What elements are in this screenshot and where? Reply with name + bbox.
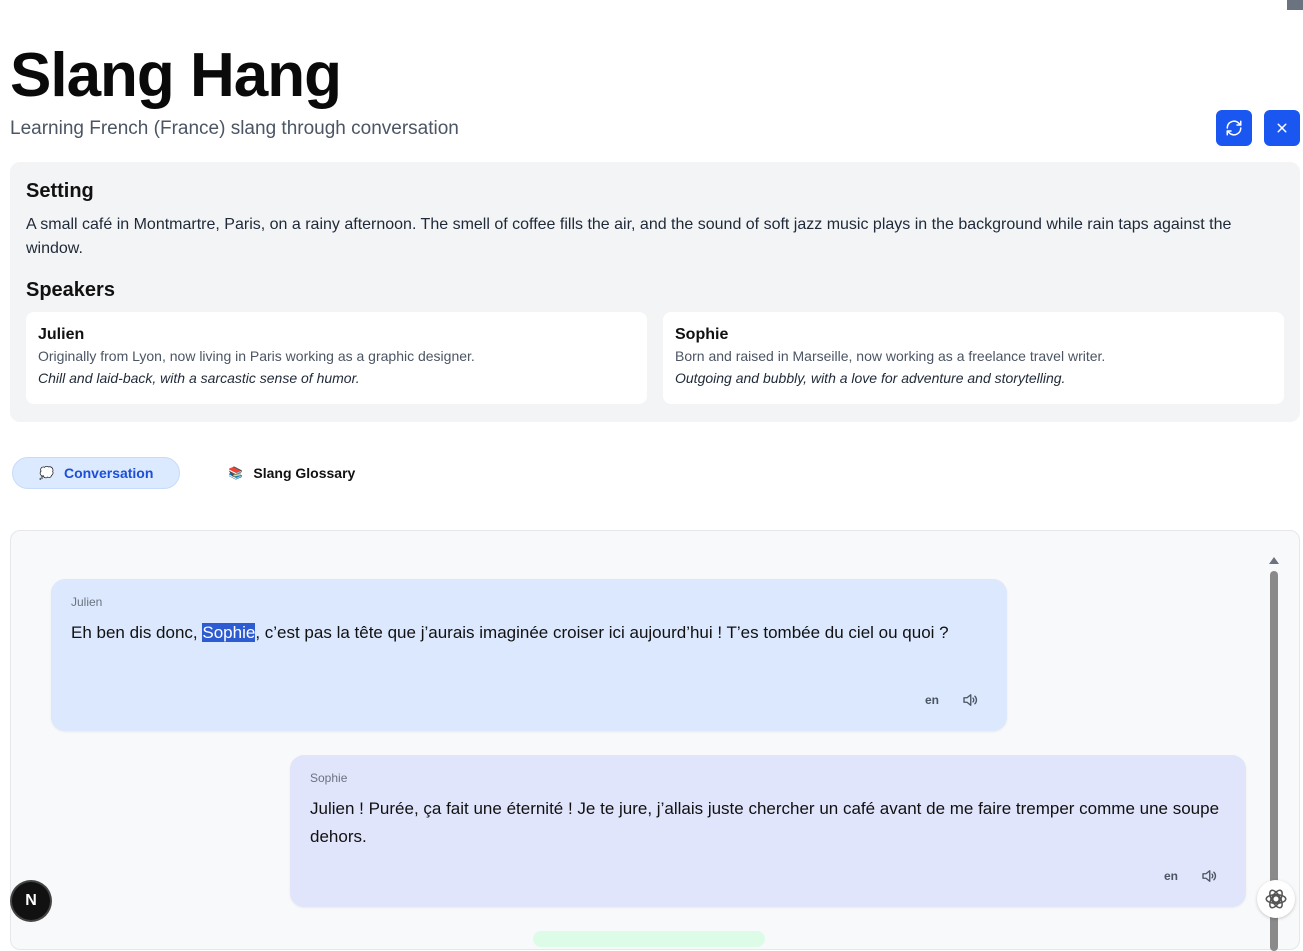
openai-logo-icon[interactable]: [1257, 880, 1295, 918]
close-icon: [1277, 123, 1287, 133]
speaker-personality: Outgoing and bubbly, with a love for adv…: [675, 370, 1066, 386]
message-text[interactable]: Julien ! Purée, ça fait une éternité ! J…: [310, 795, 1226, 851]
nextjs-dev-badge[interactable]: N: [12, 882, 50, 920]
tab-conversation[interactable]: 💭 Conversation: [12, 457, 181, 489]
message-text[interactable]: Eh ben dis donc, Sophie, c’est pas la tê…: [71, 619, 987, 647]
message-bubble-julien: Julien Eh ben dis donc, Sophie, c’est pa…: [51, 579, 1007, 731]
speaker-name: Sophie: [675, 326, 729, 343]
speaker-card-julien: Julien Originally from Lyon, now living …: [26, 312, 647, 404]
page-header: Slang Hang Learning French (France) slan…: [10, 40, 459, 140]
speaker-personality: Chill and laid-back, with a sarcastic se…: [38, 370, 360, 386]
speakers-list: Julien Originally from Lyon, now living …: [26, 312, 1284, 404]
book-icon: 📚: [228, 466, 244, 480]
speaker-name: Julien: [38, 326, 85, 343]
tab-slang-glossary[interactable]: 📚 Slang Glossary: [188, 457, 381, 489]
speaker-bio: Born and raised in Marseille, now workin…: [675, 348, 1106, 364]
conversation-panel[interactable]: Julien Eh ben dis donc, Sophie, c’est pa…: [10, 530, 1300, 951]
corner-marker: [1287, 0, 1303, 10]
speaker-bio: Originally from Lyon, now living in Pari…: [38, 348, 475, 364]
speech-bubble-icon: 💭: [39, 466, 54, 480]
translate-button[interactable]: en: [925, 693, 939, 707]
close-button[interactable]: [1264, 110, 1300, 146]
message-bubble-sophie: Sophie Julien ! Purée, ça fait une étern…: [290, 755, 1246, 907]
speaker-icon[interactable]: [961, 691, 979, 709]
tab-label: Slang Glossary: [253, 465, 356, 481]
page-subtitle: Learning French (France) slang through c…: [10, 118, 459, 139]
refresh-button[interactable]: [1216, 110, 1252, 146]
speakers-heading: Speakers: [26, 279, 115, 301]
tab-label: Conversation: [63, 465, 154, 481]
selected-text[interactable]: Sophie: [202, 623, 256, 642]
speaker-icon[interactable]: [1200, 867, 1218, 885]
scenario-card: Setting A small café in Montmartre, Pari…: [10, 162, 1300, 422]
scroll-up-arrow[interactable]: [1269, 557, 1279, 564]
refresh-icon: [1226, 120, 1242, 136]
openai-icon: [1265, 889, 1287, 909]
message-speaker: Julien: [71, 595, 103, 609]
speaker-card-sophie: Sophie Born and raised in Marseille, now…: [663, 312, 1284, 404]
message-text-part: Eh ben dis donc,: [71, 623, 203, 642]
message-text-part: , c’est pas la tête que j’aurais imaginé…: [255, 623, 949, 642]
page-title: Slang Hang: [10, 41, 342, 110]
tab-bar: 💭 Conversation 📚 Slang Glossary: [12, 457, 381, 489]
next-message-button[interactable]: [533, 931, 765, 947]
translate-button[interactable]: en: [1164, 869, 1178, 883]
message-actions: en: [925, 691, 979, 709]
message-actions: en: [1164, 867, 1218, 885]
setting-heading: Setting: [26, 180, 94, 202]
message-speaker: Sophie: [310, 771, 348, 785]
setting-description: A small café in Montmartre, Paris, on a …: [26, 216, 1232, 257]
